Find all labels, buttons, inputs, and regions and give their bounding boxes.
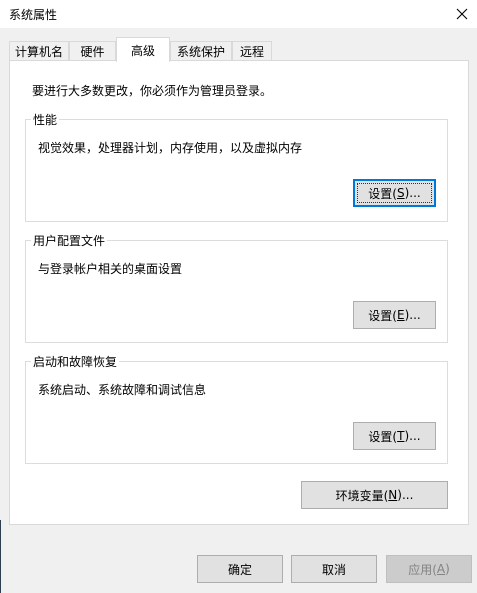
performance-description: 视觉效果，处理器计划，内存使用，以及虚拟内存 bbox=[38, 141, 303, 155]
title-bar: 系统属性 bbox=[0, 0, 477, 28]
cancel-button[interactable]: 取消 bbox=[291, 555, 377, 583]
tab-system-protection[interactable]: 系统保护 bbox=[170, 41, 232, 61]
startup-recovery-settings-button[interactable]: 设置(T)... bbox=[353, 422, 436, 450]
tab-remote[interactable]: 远程 bbox=[232, 41, 272, 61]
tab-advanced[interactable]: 高级 bbox=[116, 37, 170, 62]
apply-button[interactable]: 应用(A) bbox=[386, 555, 472, 583]
ok-button[interactable]: 确定 bbox=[197, 555, 283, 583]
tab-computer-name[interactable]: 计算机名 bbox=[9, 41, 69, 61]
performance-group: 性能 视觉效果，处理器计划，内存使用，以及虚拟内存 设置(S)... bbox=[25, 111, 448, 222]
user-profiles-group: 用户配置文件 与登录帐户相关的桌面设置 设置(E)... bbox=[25, 232, 448, 343]
system-properties-window: 系统属性 计算机名 硬件 高级 系统保护 远程 要进行大多数更改，你必须作为管理… bbox=[0, 0, 477, 593]
startup-recovery-title: 启动和故障恢复 bbox=[31, 353, 120, 370]
performance-title: 性能 bbox=[31, 111, 60, 128]
advanced-tab-panel: 要进行大多数更改，你必须作为管理员登录。 性能 视觉效果，处理器计划，内存使用，… bbox=[9, 60, 469, 525]
performance-settings-button[interactable]: 设置(S)... bbox=[353, 179, 436, 207]
tab-hardware[interactable]: 硬件 bbox=[69, 41, 116, 61]
user-profiles-title: 用户配置文件 bbox=[31, 232, 108, 249]
window-title: 系统属性 bbox=[9, 8, 58, 22]
background-window-edge bbox=[0, 520, 1, 593]
user-profiles-description: 与登录帐户相关的桌面设置 bbox=[38, 262, 183, 276]
environment-variables-button[interactable]: 环境变量(N)... bbox=[301, 481, 448, 509]
startup-recovery-description: 系统启动、系统故障和调试信息 bbox=[38, 383, 207, 397]
admin-notice: 要进行大多数更改，你必须作为管理员登录。 bbox=[32, 84, 273, 98]
user-profiles-settings-button[interactable]: 设置(E)... bbox=[353, 301, 436, 329]
close-icon bbox=[456, 8, 468, 20]
close-button[interactable] bbox=[447, 0, 477, 28]
startup-recovery-group: 启动和故障恢复 系统启动、系统故障和调试信息 设置(T)... bbox=[25, 353, 448, 464]
